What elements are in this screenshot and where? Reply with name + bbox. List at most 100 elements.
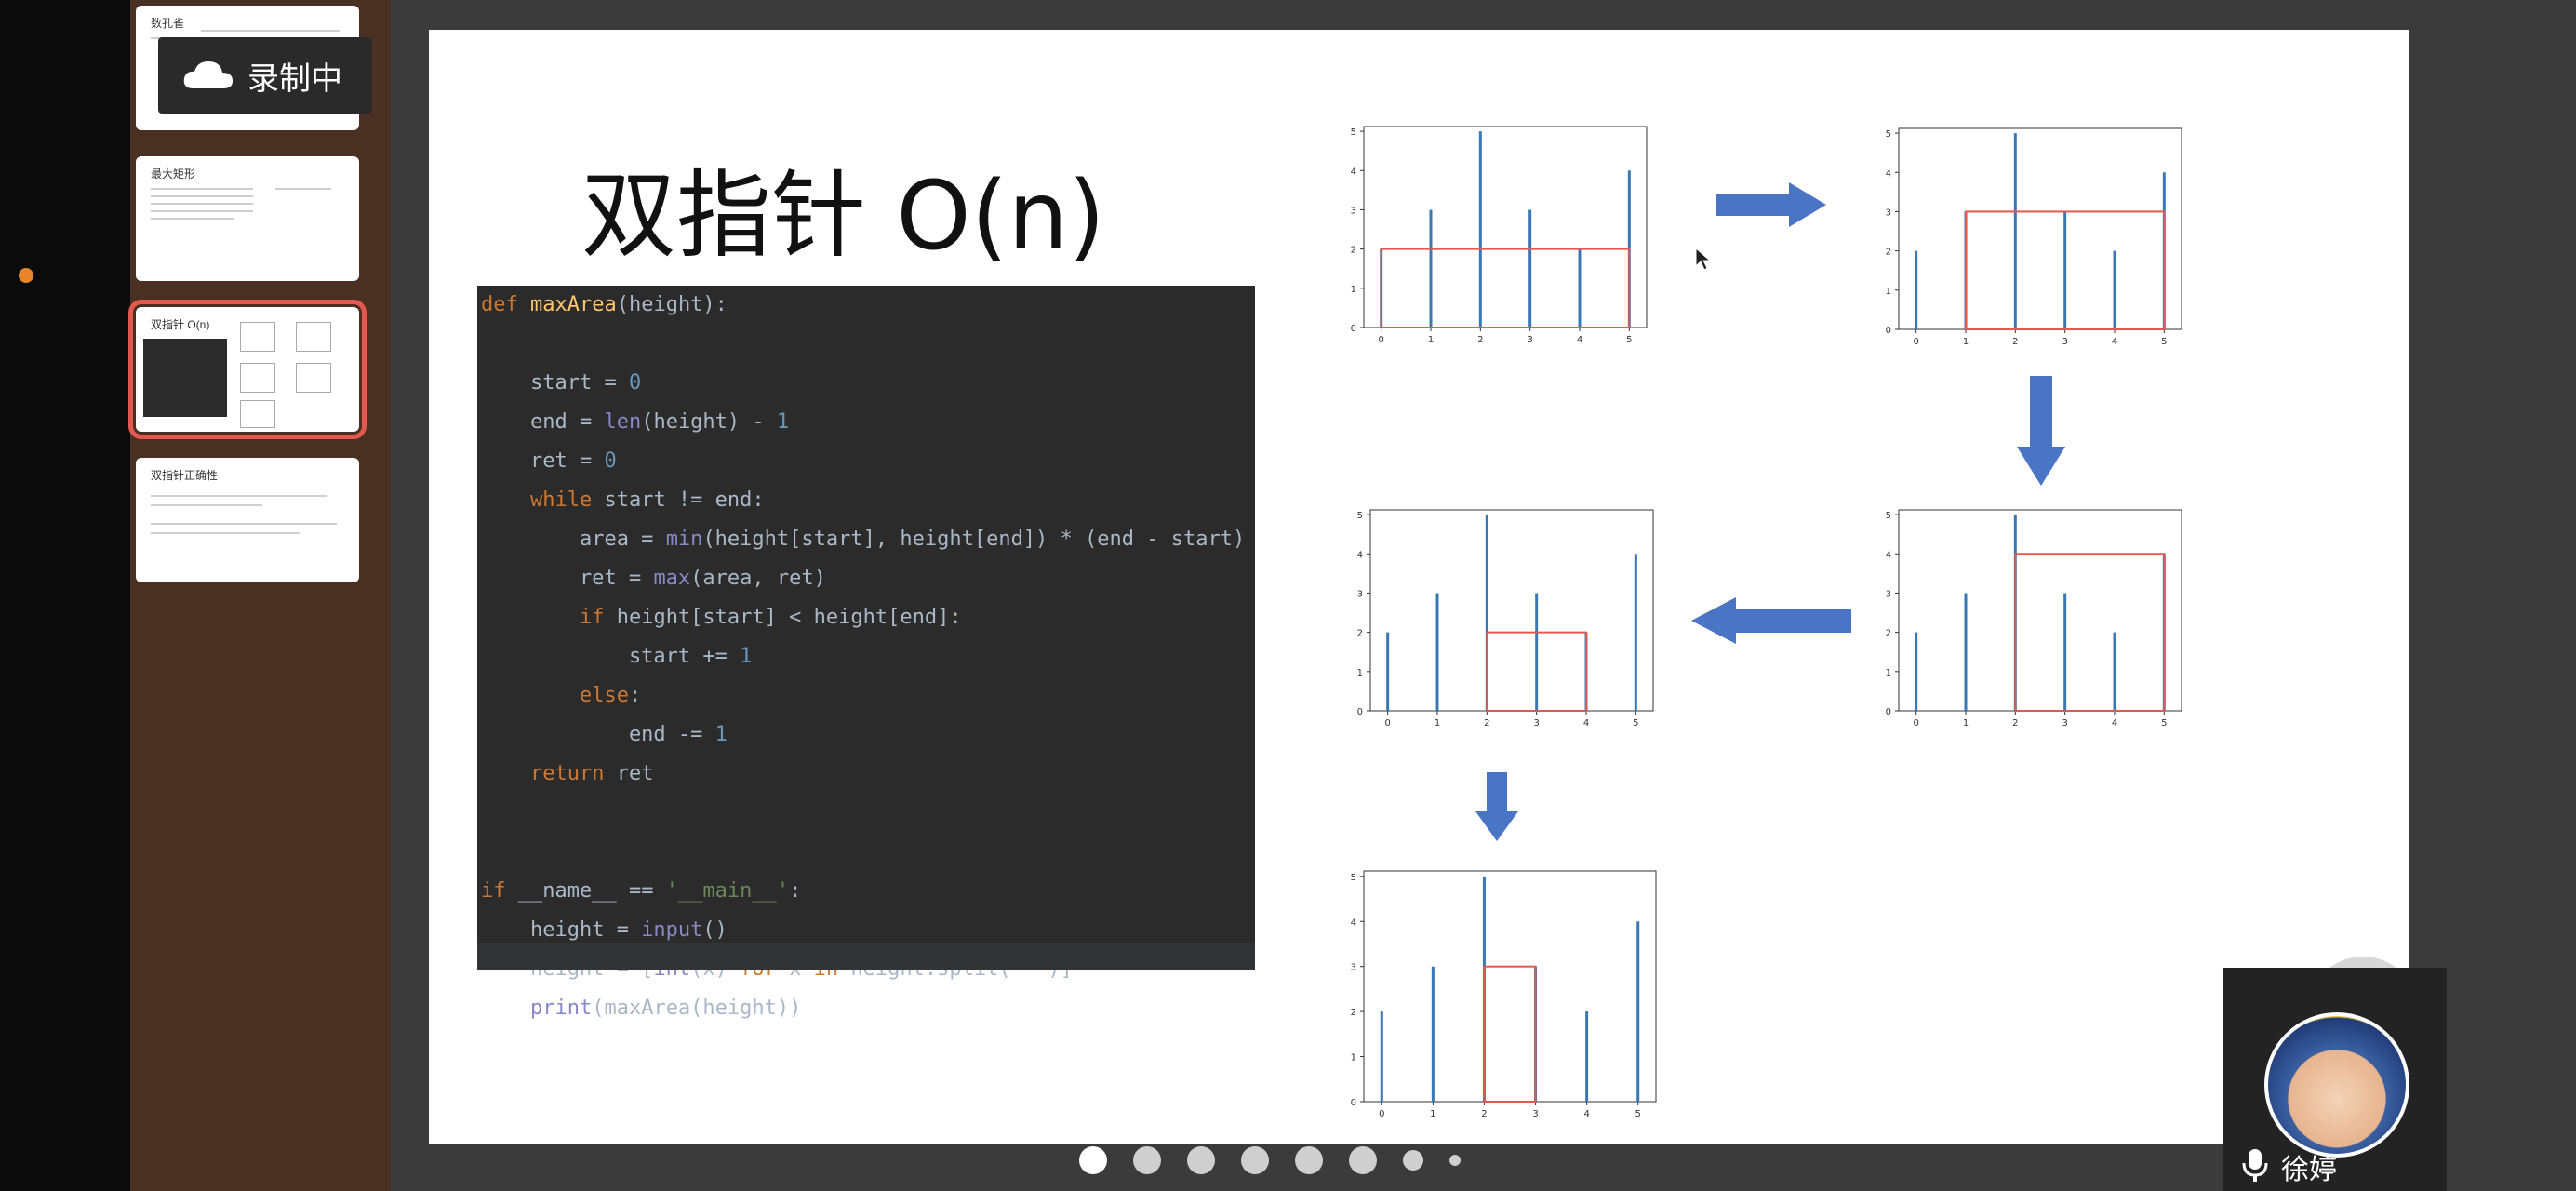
x-tick-label: 5 (1633, 718, 1638, 729)
x-tick-label: 1 (1963, 337, 1969, 347)
microphone-icon (2242, 1149, 2268, 1182)
x-tick-label: 4 (2112, 337, 2117, 347)
x-tick-label: 1 (1430, 1109, 1435, 1119)
x-tick-label: 5 (2161, 718, 2167, 729)
participant-namebar: 徐婷 (2223, 1135, 2447, 1191)
y-tick-label: 1 (1886, 668, 1891, 678)
page-dot[interactable] (1349, 1146, 1377, 1174)
page-dot[interactable] (1133, 1146, 1161, 1174)
x-tick-label: 3 (1527, 335, 1532, 345)
chart-step-5: 0 1 2 3 4 5 0 1 2 3 4 5 (1351, 870, 1657, 1119)
recording-label: 录制中 (247, 60, 342, 97)
code-line: end = len(height) - 1 (481, 410, 790, 434)
y-tick-label: 2 (1886, 248, 1891, 258)
y-tick-label: 1 (1351, 1053, 1356, 1064)
code-line: area = min(height[start], height[end]) *… (481, 528, 1246, 551)
y-tick-label: 1 (1357, 668, 1363, 678)
thumbnail-4[interactable]: 双指针正确性 (136, 458, 359, 582)
arrow-right (1716, 182, 1826, 227)
page-indicator (1079, 1146, 1487, 1174)
y-tick-label: 5 (1357, 511, 1363, 521)
code-line: if __name__ == '__main__': (481, 879, 802, 903)
x-tick-label: 0 (1379, 1109, 1384, 1119)
x-tick-label: 4 (2112, 718, 2117, 729)
y-tick-label: 0 (1886, 707, 1891, 717)
thumbnail-line (151, 495, 327, 497)
page-dot[interactable] (1241, 1146, 1269, 1174)
y-tick-label: 1 (1351, 285, 1356, 295)
thumbnail-3[interactable]: 双指针 O(n) (128, 300, 367, 439)
chart-step-3: 0 1 2 3 4 5 0 1 2 3 4 5 (1886, 509, 2182, 729)
arrow-left (1691, 597, 1851, 644)
y-tick-label: 5 (1886, 511, 1891, 521)
x-tick-label: 3 (1533, 718, 1539, 729)
thumbnail-title: 双指针正确性 (151, 469, 219, 482)
x-tick-label: 4 (1583, 718, 1589, 729)
area-highlight-rect (1380, 248, 1631, 328)
x-tick-label: 0 (1913, 337, 1918, 347)
code-line: start = 0 (481, 371, 642, 395)
recording-badge: 录制中 (158, 37, 372, 114)
arrow-down (2017, 376, 2065, 486)
y-tick-label: 0 (1886, 326, 1891, 336)
participant-video-tile[interactable]: 徐婷 (2223, 968, 2447, 1191)
y-tick-label: 4 (1351, 167, 1356, 177)
y-tick-label: 2 (1351, 246, 1356, 256)
plot-frame (1369, 509, 1654, 712)
thumbnail-line (151, 210, 253, 212)
x-tick-label: 2 (2012, 337, 2018, 347)
x-tick-label: 5 (1626, 335, 1632, 345)
page-dot[interactable] (1449, 1155, 1461, 1166)
code-line: ret = max(area, ret) (481, 567, 826, 590)
thumbnail-line (151, 195, 253, 197)
x-tick-label: 2 (1481, 1109, 1487, 1119)
thumbnail-code-preview (143, 339, 227, 417)
plot-frame (1898, 127, 2182, 330)
y-tick-label: 0 (1357, 707, 1363, 717)
x-tick-label: 5 (2161, 337, 2167, 347)
thumbnail-line (151, 203, 253, 205)
x-tick-label: 3 (1532, 1109, 1538, 1119)
x-tick-label: 0 (1384, 718, 1390, 729)
x-tick-label: 2 (1477, 335, 1483, 345)
y-tick-label: 2 (1886, 629, 1891, 639)
thumbnail-line (151, 504, 262, 506)
thumbnail-chart-preview (296, 322, 331, 352)
code-line: ret = 0 (481, 449, 617, 473)
participant-name: 徐婷 (2281, 1155, 2337, 1185)
y-tick-label: 3 (1886, 207, 1891, 218)
chart-step-2: 0 1 2 3 4 5 0 1 2 3 4 5 (1886, 127, 2182, 347)
y-tick-label: 4 (1357, 550, 1363, 560)
code-line: print(maxArea(height)) (529, 997, 802, 1020)
y-tick-label: 3 (1351, 206, 1356, 216)
thumbnail-title: 最大矩形 (151, 167, 196, 181)
thumbnail-line (275, 188, 331, 190)
thumbnail-line (151, 532, 300, 534)
x-tick-label: 2 (1484, 718, 1489, 729)
app-window: 数孔雀 最大矩形 双指针 O(n) 双指针正确性 录制中 双指针 O(n) de… (0, 0, 2576, 1191)
x-tick-label: 0 (1378, 335, 1383, 345)
thumbnail-chart-preview (240, 363, 275, 393)
thumbnail-line (201, 30, 340, 32)
slide-title: 双指针 O(n) (581, 161, 1105, 272)
code-statusbar (477, 943, 1255, 970)
thumbnail-line (151, 218, 234, 220)
code-line: return ret (529, 762, 654, 785)
page-dot[interactable] (1403, 1150, 1423, 1171)
y-tick-label: 0 (1351, 1098, 1356, 1108)
x-tick-label: 2 (2012, 718, 2018, 729)
thumbnail-2[interactable]: 最大矩形 (136, 156, 359, 281)
thumbnail-chart-preview (240, 400, 275, 428)
page-dot[interactable] (1187, 1146, 1215, 1174)
plot-frame (1898, 509, 2182, 712)
x-tick-label: 5 (1635, 1109, 1641, 1119)
page-dot[interactable] (1295, 1146, 1323, 1174)
left-margin (0, 0, 130, 1191)
thumbnail-chart-preview (296, 363, 331, 393)
y-tick-label: 0 (1351, 324, 1356, 334)
x-tick-label: 3 (2062, 718, 2067, 729)
y-tick-label: 1 (1886, 287, 1891, 297)
page-dot[interactable] (1079, 1146, 1107, 1174)
y-tick-label: 3 (1357, 589, 1363, 599)
y-tick-label: 3 (1886, 589, 1891, 599)
